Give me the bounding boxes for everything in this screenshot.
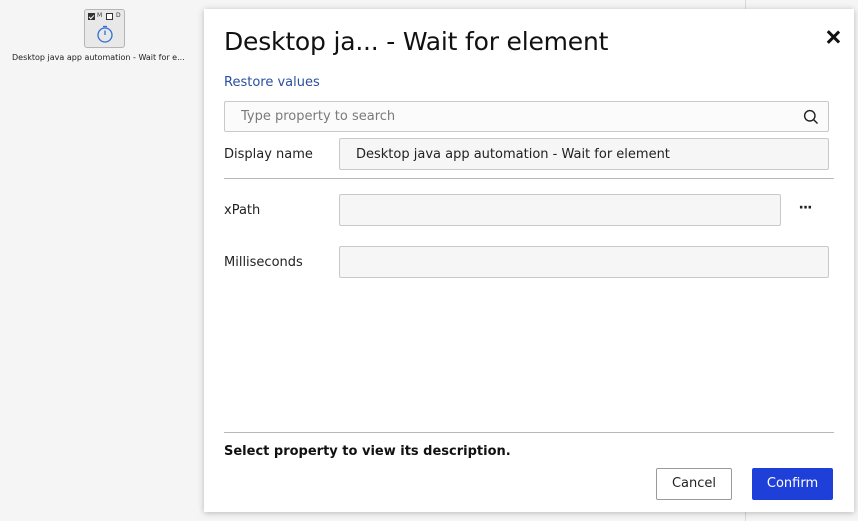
node-checkbox-d-label: D [116, 12, 121, 19]
xpath-more-button[interactable]: ··· [794, 201, 816, 218]
dialog-title: Desktop ja... - Wait for element [224, 27, 609, 56]
display-name-label: Display name [224, 147, 313, 162]
property-description: Select property to view its description. [224, 444, 511, 459]
milliseconds-field[interactable] [339, 246, 829, 278]
description-divider [224, 432, 834, 433]
property-search [224, 101, 829, 132]
node-checkbox-d[interactable] [106, 13, 113, 20]
search-input[interactable] [225, 102, 795, 131]
stopwatch-icon [97, 25, 113, 43]
xpath-field[interactable] [339, 194, 781, 226]
node-checkbox-m[interactable] [88, 13, 95, 20]
confirm-button[interactable]: Confirm [752, 468, 833, 500]
section-divider [224, 178, 834, 179]
node-caption: Desktop java app automation - Wait for e… [12, 53, 185, 62]
restore-values-link[interactable]: Restore values [224, 75, 320, 90]
close-icon[interactable] [826, 30, 840, 44]
properties-dialog: Desktop ja... - Wait for element Restore… [204, 9, 854, 512]
display-name-field[interactable] [339, 138, 829, 170]
workflow-node[interactable]: M D [84, 9, 125, 48]
xpath-label: xPath [224, 203, 261, 218]
milliseconds-label: Milliseconds [224, 255, 303, 270]
search-icon[interactable] [803, 109, 819, 125]
node-checkbox-m-label: M [97, 12, 103, 19]
cancel-button[interactable]: Cancel [656, 468, 732, 500]
